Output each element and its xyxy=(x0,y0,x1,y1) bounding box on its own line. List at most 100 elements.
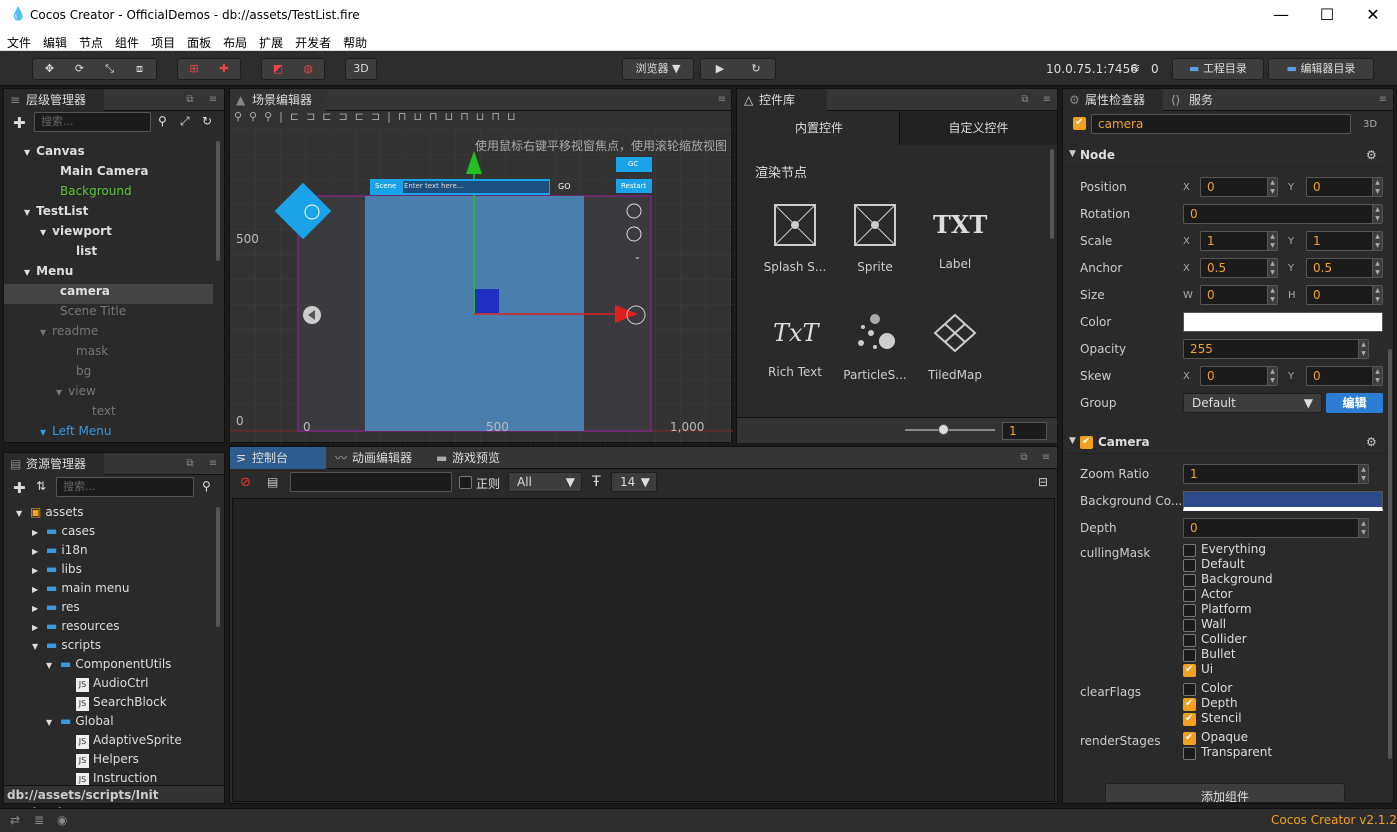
tab-services[interactable]: ⟨⟩ 服务 xyxy=(1167,89,1257,111)
menu-panel[interactable]: 面板 xyxy=(180,31,216,51)
rotation-input[interactable]: 0 ▲ ▼ xyxy=(1183,204,1383,224)
culling-mask-checkbox[interactable] xyxy=(1183,604,1196,617)
render-stages-checkbox[interactable] xyxy=(1183,747,1196,760)
collapse-arrow-icon[interactable]: ▼ xyxy=(32,642,46,651)
stepper-icon[interactable]: ▲ ▼ xyxy=(1267,232,1277,250)
hierarchy-node[interactable]: ▼ Menu xyxy=(24,264,73,278)
expand-arrow-icon[interactable]: ▶ xyxy=(32,604,46,613)
culling-mask-checkbox[interactable] xyxy=(1183,664,1196,677)
widget-scrollbar[interactable] xyxy=(1050,149,1054,239)
stepper-icon[interactable]: ▲ ▼ xyxy=(1358,519,1368,537)
camera-enabled-checkbox[interactable] xyxy=(1080,436,1093,449)
culling-mask-checkbox[interactable] xyxy=(1183,619,1196,632)
tab-widgets[interactable]: △ 控件库 xyxy=(737,89,827,111)
stepper-icon[interactable]: ▲ ▼ xyxy=(1372,286,1382,304)
widget-splash-sprite[interactable]: Splash S... xyxy=(755,203,835,274)
snap-icon[interactable]: ◩ xyxy=(263,59,293,79)
hierarchy-search-input[interactable]: 搜索... xyxy=(34,112,151,132)
expand-arrow-icon[interactable]: ▶ xyxy=(32,528,46,537)
regex-checkbox[interactable] xyxy=(459,476,472,489)
menu-developer[interactable]: 开发者 xyxy=(288,31,336,51)
tab-assets[interactable]: ▤ 资源管理器 xyxy=(4,453,104,475)
sort-icon[interactable]: ⇅ xyxy=(36,479,46,493)
zoom-slider-track[interactable] xyxy=(905,429,995,431)
popout-icon[interactable]: ⧉ xyxy=(184,94,196,106)
refresh-icon[interactable]: ↻ xyxy=(738,59,774,79)
tab-console[interactable]: ⋝ 控制台 xyxy=(230,447,326,469)
expand-arrow-icon[interactable]: ▶ xyxy=(32,623,46,632)
widget-tiledmap[interactable]: TiledMap xyxy=(915,311,995,382)
menu-help[interactable]: 帮助 xyxy=(336,31,372,51)
tab-game-preview[interactable]: ▬ 游戏预览 xyxy=(430,447,526,469)
log-level-select[interactable]: All ▼ xyxy=(508,472,582,492)
hierarchy-node[interactable]: ▼ view xyxy=(56,384,96,398)
hierarchy-node[interactable]: list xyxy=(60,244,97,258)
popout-icon[interactable]: ⧉ xyxy=(1018,452,1030,464)
expand-arrow-icon[interactable]: ▼ xyxy=(24,268,30,277)
asset-item[interactable]: ▼ ▬ scripts xyxy=(32,638,101,652)
popout-icon[interactable]: ⧉ xyxy=(184,458,196,470)
color-swatch[interactable] xyxy=(1183,312,1383,332)
inspector-scrollbar[interactable] xyxy=(1388,349,1392,759)
play-icon[interactable]: ▶ xyxy=(702,59,738,79)
expand-arrow-icon[interactable]: ▶ xyxy=(32,547,46,556)
hierarchy-node[interactable]: Main Camera xyxy=(44,164,148,178)
position-y-input[interactable]: 0 ▲ ▼ xyxy=(1306,177,1383,197)
project-dir-button[interactable]: ▬ 工程目录 xyxy=(1172,58,1264,80)
menu-component[interactable]: 组件 xyxy=(108,31,144,51)
add-node-icon[interactable]: ✚ xyxy=(13,114,26,132)
add-component-button[interactable]: 添加组件 xyxy=(1105,783,1345,803)
stepper-icon[interactable]: ▲ ▼ xyxy=(1372,259,1382,277)
tab-inspector[interactable]: ⚙ 属性检查器 xyxy=(1063,89,1163,111)
minimize-icon[interactable]: — xyxy=(1258,0,1304,31)
asset-item[interactable]: JS AdaptiveSprite xyxy=(76,733,182,749)
console-log-area[interactable] xyxy=(232,498,1055,802)
clear-flags-checkbox[interactable] xyxy=(1183,713,1196,726)
tab-scene[interactable]: ▲ 场景编辑器 xyxy=(230,89,326,111)
rotate-tool-icon[interactable]: ⟳ xyxy=(65,59,95,79)
culling-mask-checkbox[interactable] xyxy=(1183,589,1196,602)
stepper-icon[interactable]: ▲ ▼ xyxy=(1372,367,1382,385)
hierarchy-node[interactable]: ▼ Left Menu xyxy=(40,424,112,438)
stepper-icon[interactable]: ▲ ▼ xyxy=(1372,232,1382,250)
filter-input[interactable] xyxy=(290,472,452,492)
search-icon[interactable]: ⚲ xyxy=(202,479,211,493)
stepper-icon[interactable]: ▲ ▼ xyxy=(1358,465,1368,483)
edit-group-button[interactable]: 编辑 xyxy=(1326,393,1383,413)
add-asset-icon[interactable]: ✚ xyxy=(13,479,26,497)
refresh-icon[interactable]: ↻ xyxy=(202,114,212,128)
menu-extension[interactable]: 扩展 xyxy=(252,31,288,51)
hierarchy-node[interactable]: Background xyxy=(44,184,132,198)
hierarchy-node[interactable]: ▼ readme xyxy=(40,324,98,338)
asset-item[interactable]: ▼ ▬ ComponentUtils xyxy=(46,657,171,671)
hierarchy-node[interactable]: ▼ TestList xyxy=(24,204,88,218)
browser-select[interactable]: 浏览器 ▼ xyxy=(622,58,694,80)
culling-mask-checkbox[interactable] xyxy=(1183,649,1196,662)
clear-flags-checkbox[interactable] xyxy=(1183,683,1196,696)
depth-input[interactable]: 0 ▲ ▼ xyxy=(1183,518,1369,538)
node-active-checkbox[interactable] xyxy=(1073,117,1086,130)
expand-arrow-icon[interactable]: ▶ xyxy=(32,585,46,594)
opacity-input[interactable]: 255 ▲ ▼ xyxy=(1183,339,1369,359)
hierarchy-scrollbar[interactable] xyxy=(216,141,220,261)
move-tool-icon[interactable]: ✥ xyxy=(35,59,65,79)
culling-mask-checkbox[interactable] xyxy=(1183,574,1196,587)
3d-toggle[interactable]: 3D xyxy=(1363,119,1377,130)
restart-button[interactable]: Restart xyxy=(621,182,646,190)
sync-icon[interactable]: ⇄ xyxy=(10,813,20,827)
camera-section-header[interactable]: ▼ Camera ⚙ xyxy=(1066,432,1386,454)
stepper-icon[interactable]: ▲ ▼ xyxy=(1358,340,1368,358)
asset-item[interactable]: ▶ ▬ resources xyxy=(32,619,120,633)
collapse-icon[interactable]: ⊟ xyxy=(1038,475,1048,489)
clear-flags-checkbox[interactable] xyxy=(1183,698,1196,711)
3d-toggle-button[interactable]: 3D xyxy=(345,58,377,80)
hierarchy-node[interactable]: text xyxy=(76,404,116,418)
hierarchy-node[interactable]: ▼ Canvas xyxy=(24,144,85,158)
node-section-header[interactable]: ▼ Node ⚙ xyxy=(1066,145,1386,167)
stepper-icon[interactable]: ▲ ▼ xyxy=(1267,259,1277,277)
asset-item[interactable]: ▼ ▬ Global xyxy=(46,714,114,728)
group-select[interactable]: Default ▼ xyxy=(1183,393,1322,413)
panel-menu-icon[interactable]: ≡ xyxy=(207,458,219,470)
hierarchy-node[interactable]: camera xyxy=(44,284,110,298)
size-h-input[interactable]: 0 ▲ ▼ xyxy=(1306,285,1383,305)
